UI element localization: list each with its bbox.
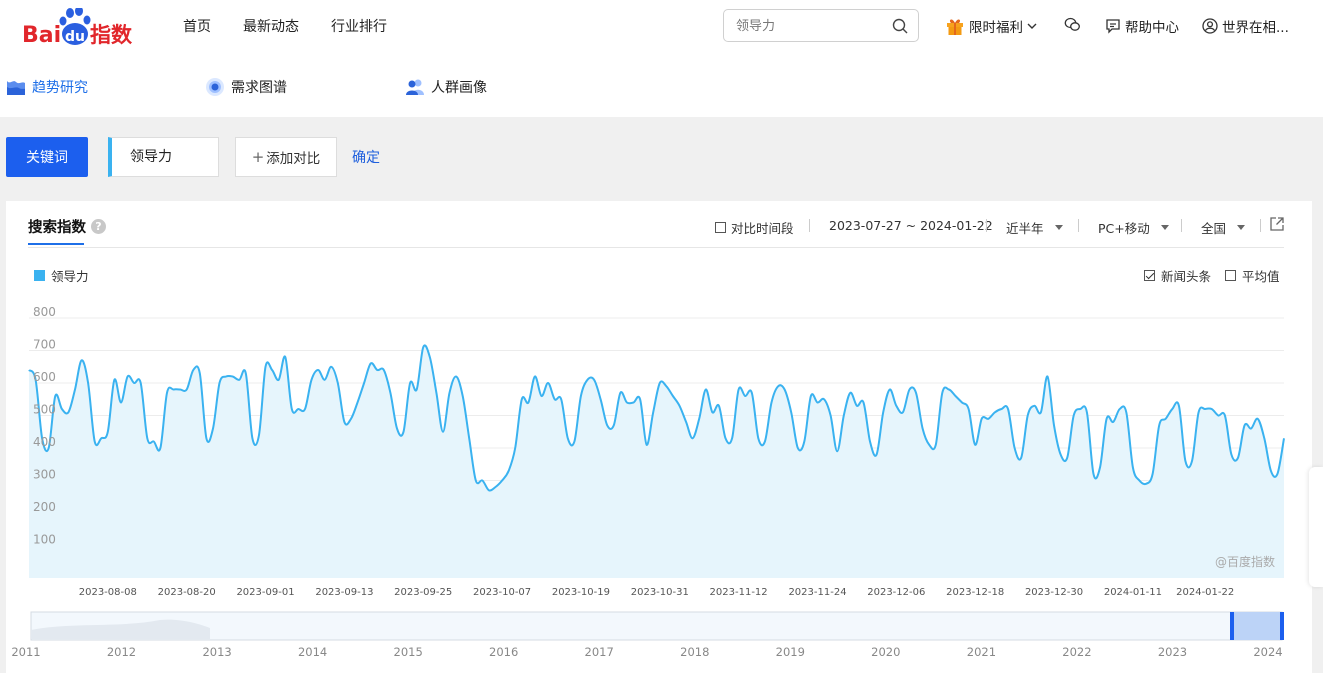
navigator-year-label: 2012: [107, 645, 136, 659]
x-tick-label: 2023-11-12: [710, 587, 768, 598]
time-navigator[interactable]: 2011 2012 2013 2014 2015 2016 2017 2018 2019 2020…: [11, 611, 1284, 659]
x-tick-label: 2023-11-24: [788, 587, 846, 598]
x-tick-label: 2023-08-08: [79, 587, 137, 598]
x-tick-label: 2023-09-13: [315, 587, 373, 598]
navigator-year-label: 2011: [11, 645, 40, 659]
y-tick-label: 200: [33, 500, 56, 514]
side-toolbar[interactable]: [1309, 467, 1323, 587]
x-tick-label: 2024-01-11: [1104, 587, 1162, 598]
search-index-chart[interactable]: 100200300400500600700800 2023-08-08 2023-…: [0, 0, 1323, 673]
x-tick-label: 2023-12-30: [1025, 587, 1083, 598]
x-tick-label: 2023-10-19: [552, 587, 610, 598]
y-tick-label: 400: [33, 435, 56, 449]
x-tick-label: 2023-09-01: [236, 587, 294, 598]
navigator-year-label: 2019: [776, 645, 805, 659]
y-tick-label: 800: [33, 305, 56, 319]
x-tick-label: 2023-10-07: [473, 587, 531, 598]
navigator-left-handle[interactable]: [1230, 612, 1234, 640]
y-tick-label: 700: [33, 338, 56, 352]
x-tick-label: 2023-10-31: [631, 587, 689, 598]
navigator-year-label: 2020: [871, 645, 900, 659]
navigator-year-label: 2022: [1062, 645, 1091, 659]
y-tick-label: 500: [33, 403, 56, 417]
navigator-year-label: 2013: [202, 645, 231, 659]
watermark: @百度指数: [1215, 554, 1275, 569]
x-tick-label: 2023-12-18: [946, 587, 1004, 598]
navigator-year-label: 2017: [585, 645, 614, 659]
navigator-year-label: 2023: [1158, 645, 1187, 659]
navigator-track: [30, 611, 1283, 641]
y-tick-label: 600: [33, 370, 56, 384]
x-tick-label: 2023-12-06: [867, 587, 925, 598]
navigator-selection[interactable]: [1232, 612, 1282, 640]
navigator-year-label: 2024: [1253, 645, 1282, 659]
x-tick-label: 2023-08-20: [158, 587, 216, 598]
x-tick-label: 2024-01-22: [1176, 587, 1234, 598]
navigator-year-label: 2016: [489, 645, 518, 659]
x-axis-ticks: 2023-08-08 2023-08-20 2023-09-01 2023-09-13…: [79, 587, 1235, 598]
navigator-year-label: 2018: [680, 645, 709, 659]
navigator-year-label: 2015: [394, 645, 423, 659]
navigator-year-label: 2021: [967, 645, 996, 659]
x-tick-label: 2023-09-25: [394, 587, 452, 598]
y-tick-label: 300: [33, 468, 56, 482]
navigator-right-handle[interactable]: [1280, 612, 1284, 640]
y-tick-label: 100: [33, 533, 56, 547]
navigator-year-label: 2014: [298, 645, 327, 659]
